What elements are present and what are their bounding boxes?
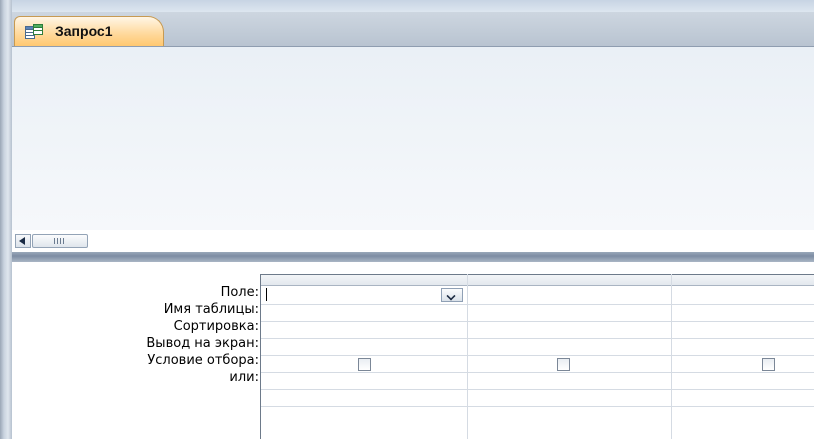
row-labels: Поле: Имя таблицы: Сортировка: Вывод на …	[12, 284, 262, 386]
grid-column-2[interactable]	[468, 274, 672, 439]
grip-icon	[54, 238, 66, 244]
horizontal-scrollbar[interactable]	[12, 230, 814, 252]
grid-row-separator	[261, 372, 814, 373]
row-label-table: Имя таблицы:	[163, 302, 259, 317]
table-diagram-pane[interactable]	[12, 47, 814, 230]
show-checkbox-column-2[interactable]	[557, 358, 570, 371]
row-label-criteria: Условие отбора:	[147, 353, 259, 368]
pane-splitter[interactable]	[12, 252, 814, 262]
window-left-border	[0, 0, 12, 439]
query-design-grid	[260, 274, 814, 439]
scroll-left-arrow-icon[interactable]	[15, 234, 31, 248]
row-label-field: Поле:	[220, 285, 259, 300]
row-label-or: или:	[229, 370, 259, 385]
query-design-window: Запрос1 Поле: Имя таблицы: Сортировка: В…	[0, 0, 814, 439]
tab-query1[interactable]: Запрос1	[14, 16, 164, 46]
grid-row-separator	[261, 338, 814, 339]
show-checkbox-column-1[interactable]	[358, 358, 371, 371]
document-tab-strip: Запрос1	[12, 12, 814, 47]
window-top-border	[0, 0, 814, 12]
grid-row-separator	[261, 406, 814, 407]
field-dropdown-chevron-down-icon[interactable]	[441, 288, 463, 302]
grid-row-separator	[261, 304, 814, 305]
row-label-show: Вывод на экран:	[146, 336, 259, 351]
field-input-column-1[interactable]	[263, 286, 467, 303]
grid-row-separator	[261, 321, 814, 322]
design-grid-pane: Поле: Имя таблицы: Сортировка: Вывод на …	[12, 262, 814, 439]
tab-title: Запрос1	[55, 23, 113, 39]
grid-row-separator	[261, 389, 814, 390]
grid-column-3[interactable]	[672, 274, 814, 439]
grid-row-separator	[261, 355, 814, 356]
scroll-thumb[interactable]	[32, 234, 88, 248]
text-caret	[266, 288, 267, 301]
query-icon	[25, 24, 43, 39]
show-checkbox-column-3[interactable]	[762, 358, 775, 371]
row-label-sort: Сортировка:	[173, 319, 259, 334]
